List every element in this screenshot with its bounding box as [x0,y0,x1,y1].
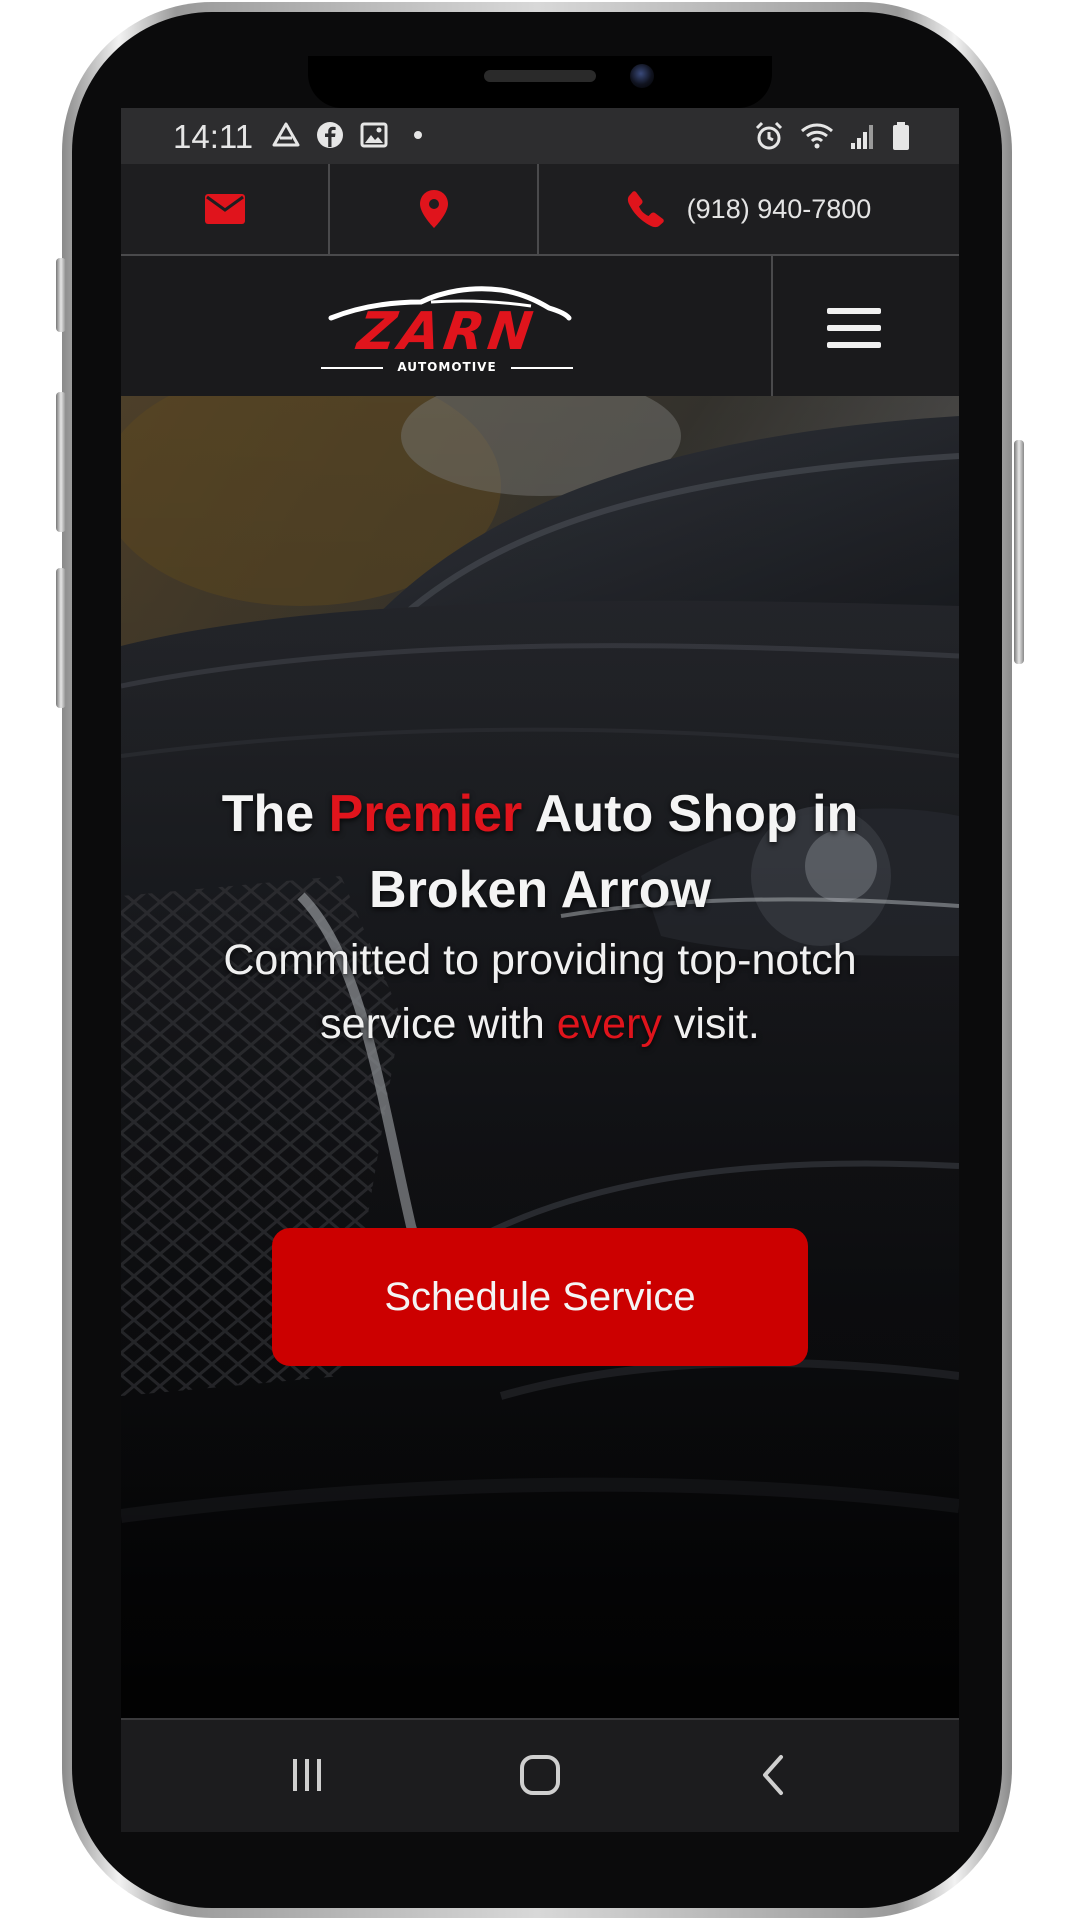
back-icon [763,1755,783,1795]
front-camera [630,64,654,88]
hero-subtitle-part1: Committed to providing top-notch service… [223,936,857,1048]
recent-apps-icon [293,1759,321,1791]
hero-subtitle-part2: visit. [661,1000,760,1048]
system-nav-bar [121,1718,959,1832]
email-button[interactable] [121,164,328,254]
earpiece-speaker [484,70,596,82]
hero-subtitle-highlight: every [556,1000,662,1048]
status-time: 14:11 [173,118,254,155]
wifi-icon [801,123,833,149]
status-bar: 14:11 [121,108,959,164]
drive-icon [272,122,300,147]
email-icon [204,194,245,224]
hero-title-part1: The [221,785,329,843]
hero-section: The Premier Auto Shop in Broken Arrow Co… [121,396,959,1718]
logo-word: ZARN [354,302,540,362]
hamburger-menu-icon[interactable] [827,308,881,348]
phone-number[interactable]: (918) 940-7800 [687,194,872,225]
screen: 14:11 (918) 940-7800 ZARN AUTOMOTIVE The… [121,108,959,1832]
gallery-icon [360,122,388,148]
battery-icon [893,122,909,150]
header-divider [771,256,773,396]
silent-switch [56,258,66,332]
volume-down-button [56,568,66,708]
hero-subtitle: Committed to providing top-notch service… [161,928,919,1056]
back-button[interactable] [743,1750,803,1800]
zarn-logo[interactable]: ZARN AUTOMOTIVE [321,284,573,374]
contact-bar: (918) 940-7800 [121,164,959,256]
schedule-service-button[interactable]: Schedule Service [272,1228,808,1366]
power-button [1014,440,1024,664]
phone-call-button[interactable]: (918) 940-7800 [539,164,959,254]
hero-title-highlight: Premier [328,785,523,843]
home-icon [520,1755,560,1795]
notch [308,56,772,108]
logo-subtitle: AUTOMOTIVE [397,360,497,374]
home-button[interactable] [510,1750,570,1800]
alarm-icon [755,121,783,150]
site-header: ZARN AUTOMOTIVE [121,256,959,396]
location-button[interactable] [330,164,537,254]
hero-car-image [121,396,959,1718]
hero-title: The Premier Auto Shop in Broken Arrow [161,776,919,928]
dot-icon [414,131,422,139]
location-pin-icon [419,190,448,228]
recent-apps-button[interactable] [277,1750,337,1800]
phone-icon [627,191,664,228]
facebook-icon [317,122,343,148]
status-icons-left [271,120,433,150]
status-icons-right [753,120,911,152]
signal-icon [851,125,873,149]
volume-up-button [56,392,66,532]
